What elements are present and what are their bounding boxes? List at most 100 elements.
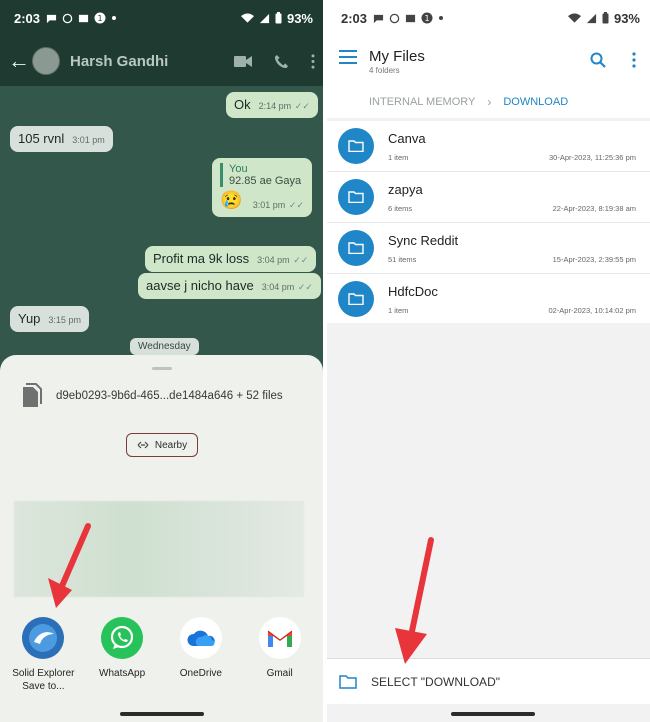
back-arrow-icon[interactable]: ←	[8, 48, 30, 74]
status-bar: 2:03 1 93%	[327, 0, 650, 36]
battery-percent: 93%	[613, 10, 640, 26]
message-bubble[interactable]: Ok 2:14 pm ✓✓	[226, 92, 318, 118]
app-label: WhatsApp	[99, 668, 146, 679]
status-time: 2:03	[14, 10, 41, 26]
message-time: 3:01 pm	[72, 135, 105, 145]
home-indicator[interactable]	[120, 712, 204, 716]
video-call-icon[interactable]	[234, 55, 252, 68]
folder-row[interactable]: HdfcDoc 1 item 02-Apr-2023, 10:14:02 pm	[327, 274, 650, 325]
message-bubble[interactable]: Profit ma 9k loss 3:04 pm ✓✓	[145, 246, 317, 272]
notification-icons: 1	[373, 12, 444, 24]
dot-icon	[439, 16, 444, 20]
app-sublabel: Save to...	[22, 681, 65, 692]
search-icon[interactable]	[590, 52, 606, 68]
folder-row[interactable]: Canva 1 item 30-Apr-2023, 11:25:36 pm	[327, 121, 650, 172]
nearby-share-button[interactable]: Nearby	[126, 433, 198, 457]
home-indicator[interactable]	[451, 712, 535, 716]
onedrive-icon	[179, 617, 222, 659]
breadcrumb-internal-memory[interactable]: INTERNAL MEMORY	[369, 96, 475, 108]
message-time: 3:04 pm	[261, 282, 295, 292]
chevron-right-icon: ›	[487, 95, 492, 109]
svg-text:1: 1	[424, 14, 429, 23]
app-label: Gmail	[266, 668, 293, 679]
avatar[interactable]	[32, 47, 60, 75]
message-text: Profit ma 9k loss	[153, 251, 250, 266]
more-vert-icon[interactable]	[632, 52, 636, 68]
message-text: 105 rvnl	[18, 131, 65, 146]
share-app-gmail[interactable]: Gmail	[244, 617, 316, 693]
select-folder-button[interactable]: SELECT "DOWNLOAD"	[327, 658, 650, 704]
breadcrumb-download[interactable]: DOWNLOAD	[503, 96, 568, 108]
read-ticks-icon: ✓✓	[288, 200, 304, 210]
folder-name: Sync Reddit	[388, 233, 459, 248]
outlook-icon	[405, 14, 416, 22]
message-time: 3:04 pm	[257, 255, 290, 265]
quoted-reply[interactable]: You 92.85 ae Gaya	[220, 163, 304, 187]
outlook-icon	[78, 14, 89, 22]
share-app-whatsapp[interactable]: WhatsApp	[86, 617, 158, 693]
read-ticks-icon: ✓✓	[294, 101, 310, 111]
select-folder-label: SELECT "DOWNLOAD"	[371, 674, 500, 689]
nearby-icon	[137, 441, 149, 449]
folder-list: Canva 1 item 30-Apr-2023, 11:25:36 pm za…	[327, 121, 650, 325]
badge-one-icon: 1	[421, 12, 433, 24]
breadcrumb: INTERNAL MEMORY › DOWNLOAD	[369, 95, 568, 109]
message-time: 2:14 pm	[258, 101, 292, 111]
sync-icon	[389, 13, 400, 23]
folder-name: Canva	[388, 131, 426, 146]
folder-date: 02-Apr-2023, 10:14:02 pm	[548, 306, 636, 315]
quote-author: You	[229, 163, 248, 175]
hamburger-menu-icon[interactable]	[339, 50, 357, 64]
files-header: My Files 4 folders INTERNAL MEMORY › DOW…	[327, 36, 650, 118]
battery-percent: 93%	[286, 10, 313, 26]
more-vert-icon[interactable]	[311, 53, 315, 69]
folder-icon	[338, 230, 374, 266]
message-text: Ok	[234, 97, 251, 112]
app-label: OneDrive	[179, 668, 222, 679]
drag-handle[interactable]	[152, 367, 172, 370]
share-apps-row: Solid Explorer Save to... WhatsApp OneDr…	[0, 617, 323, 693]
folder-item-count: 1 item	[388, 153, 409, 162]
svg-text:1: 1	[97, 14, 102, 23]
message-bubble[interactable]: 105 rvnl 3:01 pm	[10, 126, 113, 152]
battery-icon	[602, 12, 609, 24]
folder-row[interactable]: Sync Reddit 51 items 15-Apr-2023, 2:39:5…	[327, 223, 650, 274]
folder-icon	[338, 179, 374, 215]
chat-header: ← Harsh Gandhi	[0, 36, 323, 86]
quoted-message-bubble[interactable]: You 92.85 ae Gaya 😢 3:01 pm ✓✓	[212, 158, 312, 217]
folder-item-count: 51 items	[388, 255, 417, 264]
file-copy-icon	[23, 383, 42, 407]
whatsapp-screen: 2:03 1 93% ← Harsh Gandhi Ok 2:14 pm ✓✓	[0, 0, 323, 722]
wifi-icon	[567, 13, 581, 23]
status-right: 93%	[567, 10, 640, 26]
folder-outline-icon	[339, 674, 357, 689]
folder-date: 30-Apr-2023, 11:25:36 pm	[548, 153, 636, 162]
message-time: 3:15 pm	[48, 315, 81, 325]
folder-item-count: 6 items	[388, 204, 413, 213]
message-text: aavse j nicho have	[146, 278, 254, 293]
whatsapp-icon	[101, 617, 144, 659]
status-bar: 2:03 1 93%	[0, 0, 323, 36]
message-bubble[interactable]: aavse j nicho have 3:04 pm ✓✓	[138, 273, 321, 299]
wifi-icon	[240, 13, 254, 23]
sync-icon	[62, 13, 73, 23]
read-ticks-icon: ✓✓	[293, 255, 309, 265]
voice-call-icon[interactable]	[274, 54, 289, 69]
share-app-solid-explorer[interactable]: Solid Explorer Save to...	[7, 617, 79, 693]
gmail-icon	[258, 617, 301, 659]
folder-date: 15-Apr-2023, 2:39:55 pm	[552, 255, 636, 264]
message-text: Yup	[18, 311, 41, 326]
folder-row[interactable]: zapya 6 items 22-Apr-2023, 8:19:38 am	[327, 172, 650, 223]
folder-count: 4 folders	[369, 66, 400, 75]
battery-icon	[275, 12, 282, 24]
share-app-onedrive[interactable]: OneDrive	[165, 617, 237, 693]
quote-text: 92.85 ae Gaya	[229, 175, 302, 187]
message-bubble[interactable]: Yup 3:15 pm	[10, 306, 89, 332]
contact-name[interactable]: Harsh Gandhi	[70, 53, 168, 70]
badge-one-icon: 1	[94, 12, 106, 24]
shared-files-row: d9eb0293-9b6d-465...de1484a646 + 52 file…	[20, 383, 313, 409]
date-separator: Wednesday	[130, 338, 199, 355]
signal-icon	[586, 13, 597, 23]
folder-icon	[338, 281, 374, 317]
share-sheet: d9eb0293-9b6d-465...de1484a646 + 52 file…	[0, 355, 323, 722]
